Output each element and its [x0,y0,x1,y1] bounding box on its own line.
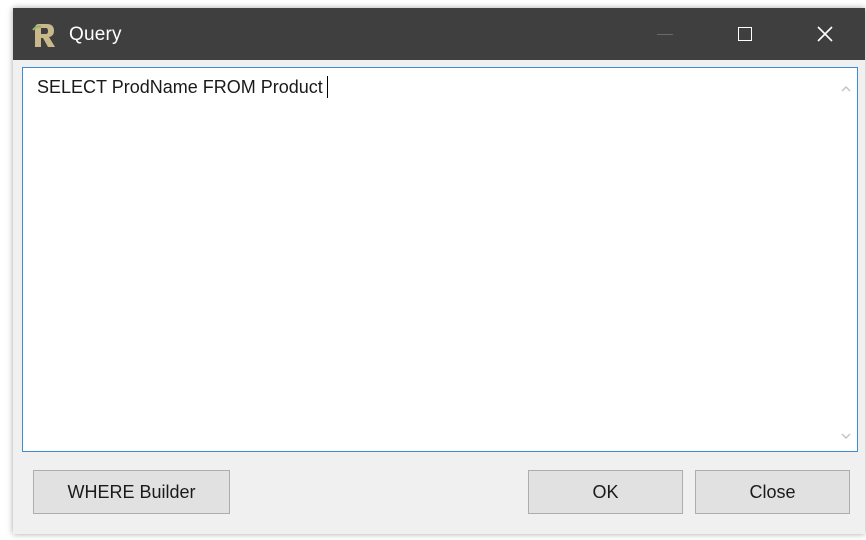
where-builder-button[interactable]: WHERE Builder [33,470,230,514]
title-bar[interactable]: Query [13,8,865,60]
query-dialog: Query SELECT ProdName FROM Product WHERE… [13,8,865,534]
maximize-button[interactable] [705,8,785,60]
text-caret [326,76,328,98]
minimize-icon [657,33,673,35]
close-button[interactable]: Close [695,470,850,514]
window-title: Query [69,24,122,45]
query-editor[interactable]: SELECT ProdName FROM Product [22,67,858,452]
ok-button[interactable]: OK [528,470,683,514]
scroll-up-icon[interactable] [839,82,853,96]
app-r-icon [32,24,55,47]
query-text[interactable]: SELECT ProdName FROM Product [37,76,328,98]
close-icon [817,26,833,42]
window-close-button[interactable] [785,8,865,60]
maximize-icon [738,27,752,41]
query-text-content: SELECT ProdName FROM Product [37,77,323,97]
minimize-button[interactable] [625,8,705,60]
scroll-down-icon[interactable] [839,429,853,443]
